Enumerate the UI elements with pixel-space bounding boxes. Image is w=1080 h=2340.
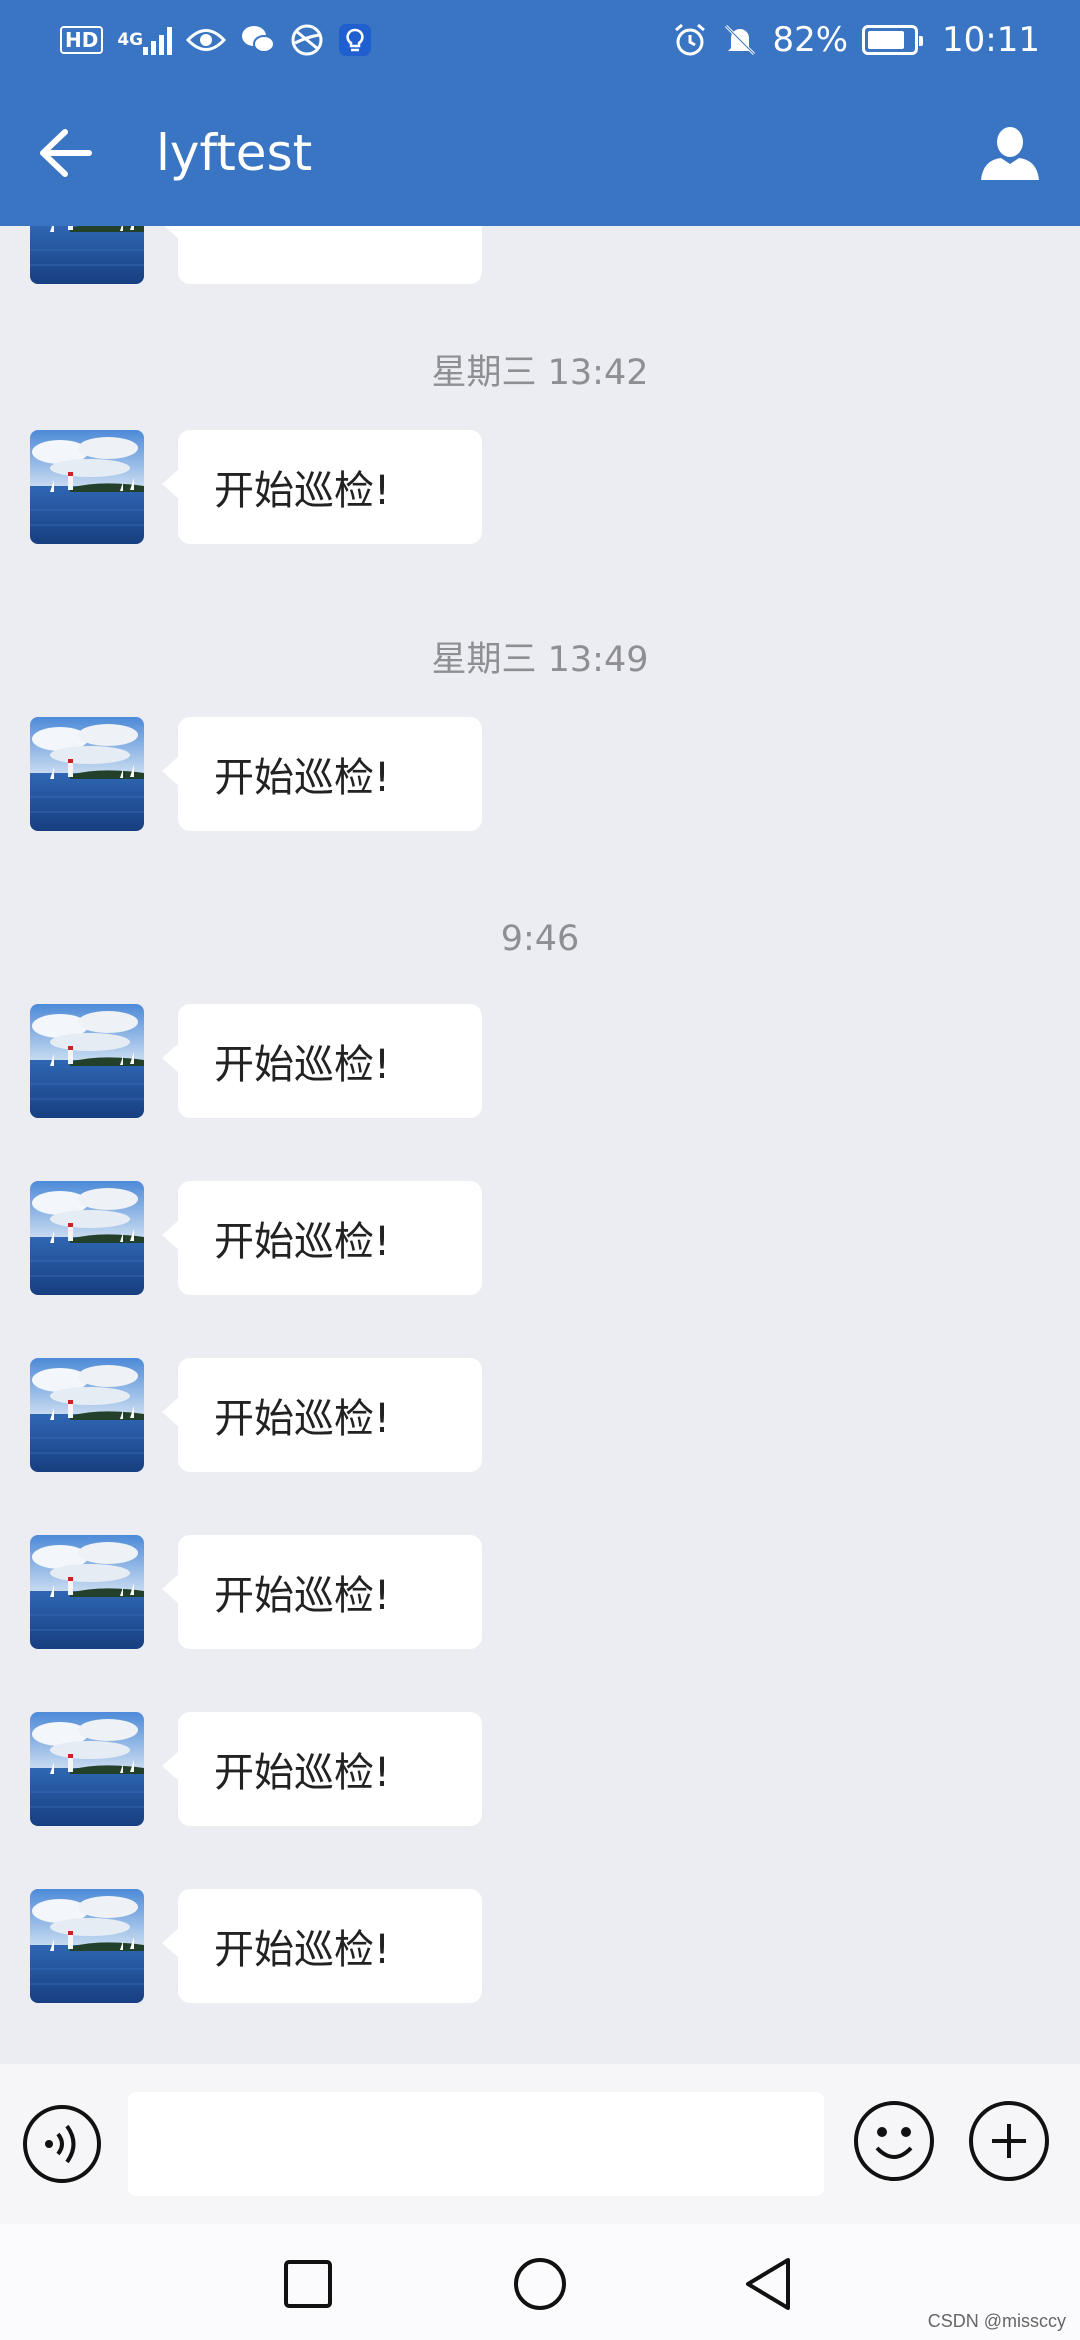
avatar[interactable] — [30, 1712, 144, 1826]
profile-button[interactable] — [940, 80, 1080, 226]
message-text: 开始巡检! — [178, 430, 482, 544]
lighthouse-avatar-icon — [30, 717, 144, 831]
message-text: 开始巡检! — [178, 1358, 482, 1472]
message-text: 开始巡检! — [178, 717, 482, 831]
lighthouse-avatar-icon — [30, 1712, 144, 1826]
voice-button[interactable] — [22, 2104, 102, 2184]
lighthouse-avatar-icon — [30, 1004, 144, 1118]
message-row: 开始巡检! — [30, 1535, 482, 1649]
mute-icon — [722, 20, 758, 60]
eye-icon — [186, 20, 227, 60]
lighthouse-avatar-icon — [30, 1535, 144, 1649]
timestamp: 星期三 13:42 — [431, 353, 649, 393]
message-bubble[interactable]: 开始巡检! — [162, 430, 482, 544]
lighthouse-avatar-icon — [30, 430, 144, 544]
message-bubble[interactable]: 开始巡检! — [162, 717, 482, 831]
avatar[interactable] — [30, 1181, 144, 1295]
message-bubble[interactable]: 开始巡检! — [162, 1535, 482, 1649]
ball-icon — [290, 20, 324, 60]
message-bubble[interactable]: 开始巡检! — [162, 1712, 482, 1826]
message-row: 开始巡检! — [30, 430, 482, 544]
battery-icon — [862, 25, 924, 55]
recents-button[interactable] — [268, 2244, 348, 2324]
home-icon — [514, 2258, 566, 2310]
home-button[interactable] — [500, 2244, 580, 2324]
back-icon — [746, 2258, 790, 2310]
avatar[interactable] — [30, 226, 144, 284]
emoji-icon — [854, 2101, 934, 2181]
message-bubble[interactable]: 开始巡检! — [162, 1181, 482, 1295]
message-text: 开始巡检! — [178, 1535, 482, 1649]
plus-button[interactable] — [968, 2100, 1050, 2182]
person-icon — [981, 127, 1039, 180]
message-row: 开始巡检! — [30, 1889, 482, 2003]
message-row: 开始巡检! — [30, 1181, 482, 1295]
voice-icon — [23, 2105, 101, 2183]
lighthouse-avatar-icon — [30, 1358, 144, 1472]
message-bubble[interactable] — [162, 226, 482, 284]
timestamp: 星期三 13:49 — [431, 640, 649, 680]
navigation-bar: CSDN @missccy — [0, 2224, 1080, 2340]
timestamp: 9:46 — [500, 919, 580, 959]
message-text — [178, 226, 482, 284]
lighthouse-avatar-icon — [30, 1889, 144, 2003]
signal-icon: 4G — [117, 20, 173, 60]
message-bubble[interactable]: 开始巡检! — [162, 1889, 482, 2003]
message-text: 开始巡检! — [178, 1004, 482, 1118]
input-bar — [0, 2064, 1080, 2224]
chat-title: lyftest — [156, 124, 313, 182]
avatar[interactable] — [30, 1004, 144, 1118]
recents-icon — [284, 2260, 332, 2308]
watermark: CSDN @missccy — [927, 2311, 1066, 2331]
back-arrow-icon — [40, 129, 92, 177]
message-row: 开始巡检! — [30, 1358, 482, 1472]
avatar[interactable] — [30, 717, 144, 831]
plus-icon — [969, 2101, 1049, 2181]
message-row: 开始巡检! — [30, 717, 482, 831]
lighthouse-avatar-icon — [30, 1181, 144, 1295]
status-bar: HD 4G 82% 10:11 — [0, 0, 1080, 80]
avatar[interactable] — [30, 430, 144, 544]
alarm-icon — [672, 20, 708, 60]
message-text: 开始巡检! — [178, 1889, 482, 2003]
lighthouse-avatar-icon — [30, 226, 144, 284]
avatar[interactable] — [30, 1535, 144, 1649]
message-bubble[interactable]: 开始巡检! — [162, 1004, 482, 1118]
clock: 10:11 — [942, 20, 1040, 60]
message-row: 开始巡检! — [30, 1712, 482, 1826]
avatar[interactable] — [30, 1358, 144, 1472]
message-input[interactable] — [128, 2092, 824, 2196]
hd-icon: HD — [60, 20, 104, 60]
message-text: 开始巡检! — [178, 1712, 482, 1826]
message-bubble[interactable]: 开始巡检! — [162, 1358, 482, 1472]
back-button[interactable] — [0, 80, 130, 226]
battery-percent: 82% — [772, 20, 849, 60]
message-row: 开始巡检! — [30, 1004, 482, 1118]
message-list[interactable]: 星期三 13:42 开始巡检! 星期三 13:49 开始巡检! 9:46 开始巡检! 开始巡… — [0, 226, 1080, 2064]
message-row — [30, 226, 482, 284]
wechat-icon — [240, 20, 276, 60]
chat-header: lyftest — [0, 80, 1080, 226]
avatar[interactable] — [30, 1889, 144, 2003]
message-text: 开始巡检! — [178, 1181, 482, 1295]
emoji-button[interactable] — [853, 2100, 935, 2182]
back-nav-button[interactable] — [728, 2244, 808, 2324]
bulb-icon — [338, 20, 372, 60]
